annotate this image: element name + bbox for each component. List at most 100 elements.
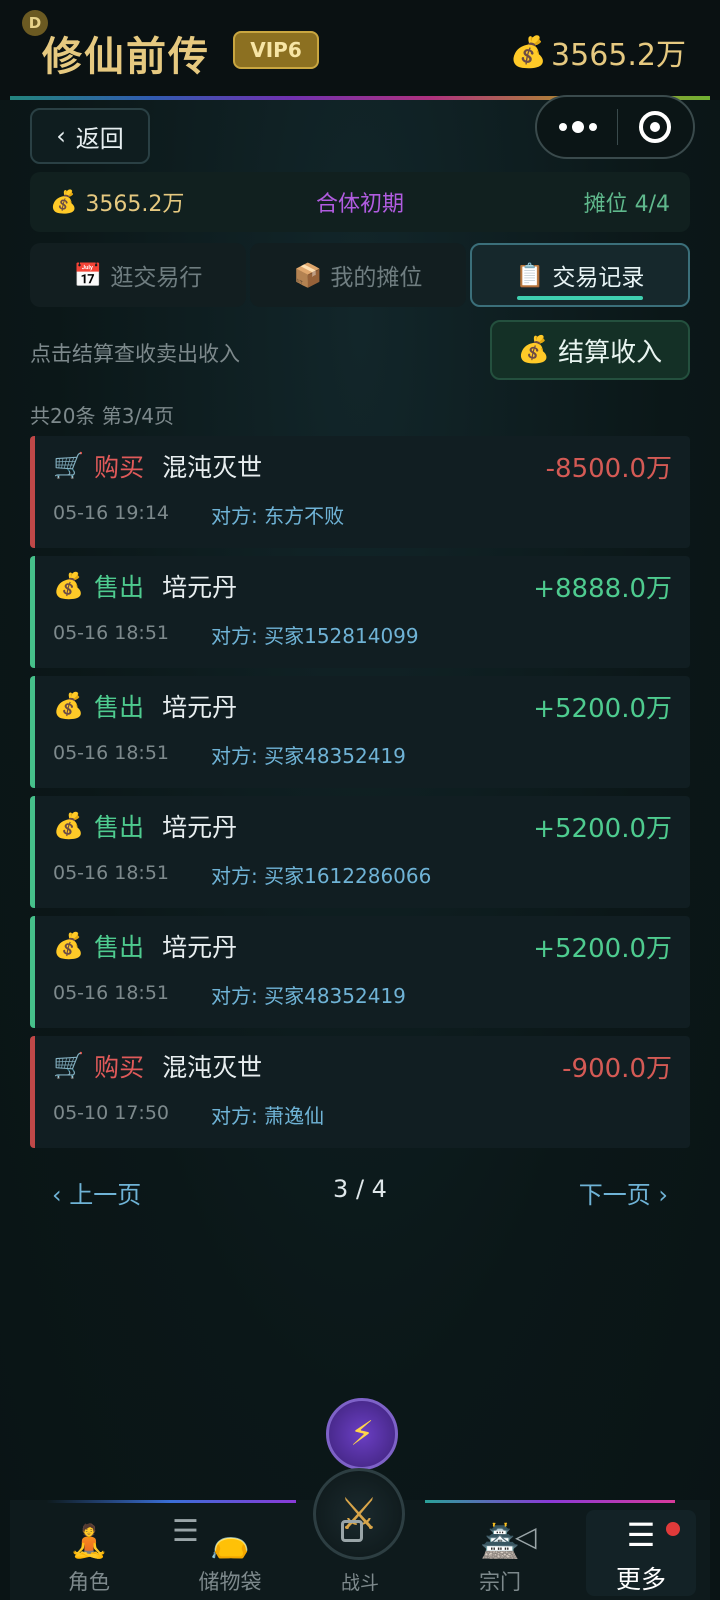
record-item: 混沌灭世 [162,453,263,482]
vip-badge[interactable]: VIP6 [233,31,319,69]
nav-label: 更多 [615,1565,666,1594]
next-label: 下一页 [578,1181,651,1209]
list-item[interactable]: 🛒 购买 混沌灭世 -8500.0万 05-16 19:14 对方: 东方不败 [30,436,690,548]
record-party: 对方: 买家48352419 [211,984,406,1008]
nav-character[interactable]: 🧘 角色 [34,1510,144,1596]
system-back-icon[interactable]: ◁ [515,1520,537,1553]
next-page-button[interactable]: 下一页 › [579,1175,668,1210]
notification-dot [666,1522,680,1536]
cart-icon: 🛒 [53,451,85,480]
record-type: 售出 [94,573,145,602]
record-amount: -900.0万 [562,1054,672,1084]
prev-label: 上一页 [69,1181,142,1209]
record-party: 对方: 萧逸仙 [211,1104,325,1128]
settle-label: 结算收入 [558,337,663,368]
record-time: 05-16 19:14 [53,502,170,524]
tab-label: 交易记录 [552,265,645,291]
list-item[interactable]: 💰 售出 培元丹 +5200.0万 05-16 18:51 对方: 买家1612… [30,796,690,908]
capsule-divider [617,109,619,145]
record-amount: +8888.0万 [533,574,672,604]
record-type: 售出 [94,693,145,722]
tab-bar: 📅 逛交易行 📦 我的摊位 📋 交易记录 [30,243,690,307]
money-bag-icon: 💰 [517,335,551,365]
record-party: 对方: 买家48352419 [211,744,406,768]
record-type: 售出 [94,813,145,842]
nav-sect[interactable]: 🏯 宗门 [445,1510,555,1596]
miniprogram-capsule [535,95,695,159]
pagination: ‹ 上一页 3 / 4 下一页 › [30,1175,690,1215]
tab-trade-records[interactable]: 📋 交易记录 [470,243,690,307]
back-button[interactable]: ‹ 返回 [30,108,150,164]
money-bag-icon: 💰 [53,811,85,840]
list-item[interactable]: 💰 售出 培元丹 +8888.0万 05-16 18:51 对方: 买家1528… [30,556,690,668]
header-coins: 💰 3565.2万 [510,30,686,74]
prev-page-button[interactable]: ‹ 上一页 [52,1175,141,1210]
record-time: 05-10 17:50 [53,1102,170,1124]
top-header: D 修仙前传 VIP6 💰 3565.2万 [0,0,720,100]
record-time: 05-16 18:51 [53,742,170,764]
stall-count: 摊位 4/4 [583,192,670,217]
record-amount: +5200.0万 [533,814,672,844]
clipboard-icon: 📋 [515,262,545,289]
list-item[interactable]: 💰 售出 培元丹 +5200.0万 05-16 18:51 对方: 买家4835… [30,916,690,1028]
record-amount: -8500.0万 [545,454,672,484]
list-item[interactable]: 🛒 购买 混沌灭世 -900.0万 05-10 17:50 对方: 萧逸仙 [30,1036,690,1148]
nav-divider-left [46,1500,296,1503]
record-party: 对方: 买家152814099 [211,624,419,648]
record-time: 05-16 18:51 [53,622,170,644]
chevron-left-icon: ‹ [52,1181,70,1209]
info-bar: 💰 3565.2万 合体初期 摊位 4/4 [30,172,690,232]
record-item: 培元丹 [162,573,238,602]
record-time: 05-16 18:51 [53,862,170,884]
package-icon: 📦 [293,262,323,289]
more-dots-icon[interactable] [559,121,598,133]
chevron-right-icon: › [650,1181,668,1209]
money-bag-icon: 💰 [50,189,78,215]
record-type: 售出 [94,933,145,962]
record-amount: +5200.0万 [533,694,672,724]
nav-more[interactable]: ☰ 更多 [586,1510,696,1596]
balance-value: 3565.2万 [85,192,185,217]
tab-label: 逛交易行 [110,265,203,291]
back-label: 返回 [75,124,124,153]
calendar-icon: 📅 [73,262,103,289]
tab-my-stall[interactable]: 📦 我的摊位 [250,243,466,307]
header-coins-value: 3565.2万 [551,38,686,73]
money-bag-icon: 💰 [53,691,85,720]
tab-browse-market[interactable]: 📅 逛交易行 [30,243,246,307]
record-party: 对方: 东方不败 [211,504,345,528]
settle-income-button[interactable]: 💰 结算收入 [490,320,690,380]
nav-label: 战斗 [340,1572,379,1594]
record-type: 购买 [94,1053,145,1082]
nav-label: 宗门 [479,1570,521,1594]
record-item: 培元丹 [162,693,238,722]
list-item[interactable]: 💰 售出 培元丹 +5200.0万 05-16 18:51 对方: 买家4835… [30,676,690,788]
close-target-icon[interactable] [638,111,671,143]
balance: 💰 3565.2万 [50,186,184,218]
lightning-icon[interactable]: ⚡ [326,1398,398,1470]
record-party: 对方: 买家1612286066 [211,864,432,888]
system-home-icon[interactable] [341,1520,363,1542]
app-title: 修仙前传 [42,33,210,80]
record-time: 05-16 18:51 [53,982,170,1004]
chevron-left-icon: ‹ [56,122,66,150]
record-amount: +5200.0万 [533,934,672,964]
record-item: 培元丹 [162,813,238,842]
nav-label: 储物袋 [198,1570,262,1594]
money-bag-icon: 💰 [53,571,85,600]
money-bag-icon: 💰 [53,931,85,960]
record-item: 培元丹 [162,933,238,962]
record-item: 混沌灭世 [162,1053,263,1082]
record-list: 🛒 购买 混沌灭世 -8500.0万 05-16 19:14 对方: 东方不败 … [30,436,690,1156]
pouch-icon: 👝 [210,1522,250,1560]
settle-hint: 点击结算查收卖出收入 [30,342,240,366]
swords-icon[interactable]: ⚔ [313,1468,405,1560]
temple-icon: 🏯 [480,1522,520,1560]
bottom-nav: 🧘 角色 👝 储物袋 ⚔ 战斗 🏯 宗门 ☰ 更多 [10,1468,710,1600]
menu-icon: ☰ [626,1516,656,1554]
money-bag-icon: 💰 [509,34,548,70]
cart-icon: 🛒 [53,1051,85,1080]
nav-divider-right [425,1500,675,1503]
tab-label: 我的摊位 [330,265,423,291]
system-menu-icon[interactable]: ☰ [172,1514,199,1549]
